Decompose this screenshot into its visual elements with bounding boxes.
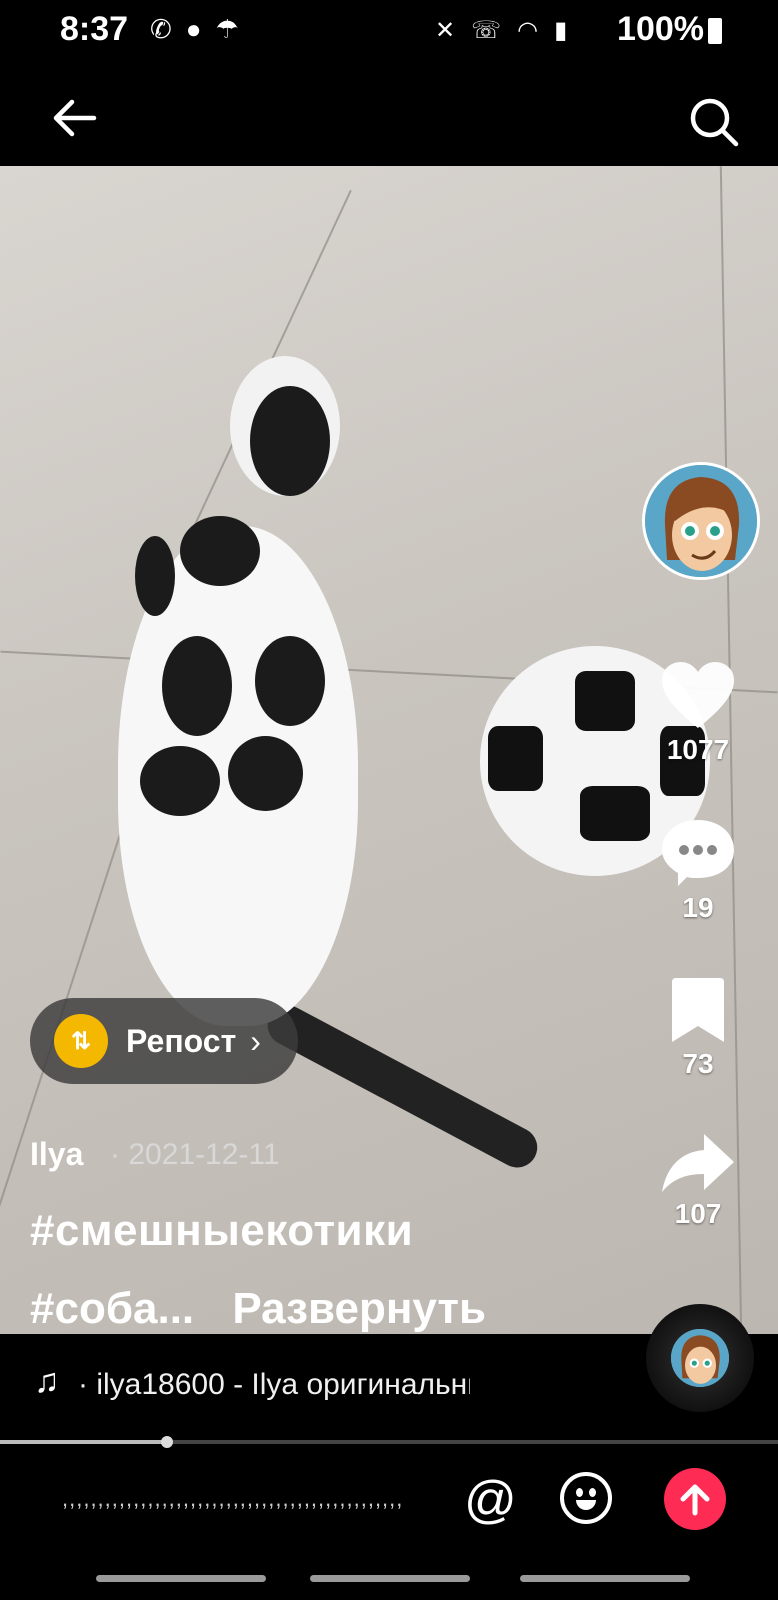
share-arrow-icon (662, 1134, 734, 1192)
expand-caption-button[interactable]: Развернуть (232, 1284, 486, 1333)
system-icons: ✕ ☏ ◠ ▮ (435, 16, 567, 45)
mention-at-icon[interactable]: @ (464, 1470, 517, 1530)
gesture-bar (0, 1575, 778, 1585)
emoji-icon[interactable] (560, 1472, 612, 1524)
comment-input[interactable]: ,,,,,,,,,,,,,,,,,,,,,,,,,,,,,,,,,,,,,,,,… (62, 1486, 432, 1512)
whatsapp-icon: ✆ (150, 14, 172, 44)
bookmark-icon (672, 978, 724, 1042)
comment-count: 19 (682, 892, 714, 923)
repost-icon: ⇅ (54, 1014, 108, 1068)
top-nav (0, 62, 778, 166)
progress-handle[interactable] (161, 1436, 174, 1448)
creator-avatar[interactable] (642, 462, 760, 580)
caption-line-2: #соба... Развернуть (30, 1284, 486, 1334)
comment-bubble-icon (662, 820, 734, 886)
wifi-icon: ◠ (517, 17, 539, 44)
ball-patch (580, 786, 650, 841)
back-arrow-icon[interactable] (50, 94, 98, 142)
gesture-hint (520, 1575, 690, 1582)
repost-label: Репост (126, 1022, 237, 1059)
mute-icon: ✕ (435, 17, 456, 44)
post-date: · 2021-12-11 (110, 1138, 280, 1171)
music-disc[interactable] (646, 1304, 754, 1412)
avatar-face-icon (645, 465, 757, 577)
music-disc-avatar (671, 1329, 729, 1387)
ball-patch (488, 726, 543, 791)
music-note-icon: ♫ (34, 1362, 60, 1400)
chevron-right-icon: › (250, 1022, 261, 1059)
cat-spot (255, 636, 325, 726)
progress-fill (0, 1440, 168, 1444)
ball-patch (575, 671, 635, 731)
arrow-up-icon (680, 1484, 710, 1516)
status-time: 8:37 (60, 10, 129, 48)
cat-spot (162, 636, 232, 736)
wifi-call-icon: ☏ (471, 17, 502, 44)
share-count: 107 (674, 1198, 722, 1229)
battery-percent: 100% (617, 10, 704, 48)
author-name[interactable]: Ilya (30, 1136, 83, 1173)
cat-spot (250, 386, 330, 496)
cat-spot (135, 536, 175, 616)
cat-tail (260, 998, 545, 1175)
signal-icon: ▮ (554, 17, 568, 44)
music-title[interactable]: · ilya18600 - Ilya оригинальный звук (78, 1368, 470, 1402)
message-icon: ● (185, 14, 202, 44)
comment-action[interactable]: 19 (650, 818, 746, 924)
gesture-hint (310, 1575, 470, 1582)
heart-icon (662, 662, 734, 728)
cat-spot (228, 736, 303, 811)
video-progress-bar[interactable] (0, 1436, 778, 1448)
gesture-hint (96, 1575, 266, 1582)
favorite-action[interactable]: 73 (650, 976, 746, 1080)
battery-icon (708, 18, 722, 44)
repost-button[interactable]: ⇅ Репост › (30, 998, 298, 1084)
search-icon[interactable] (688, 96, 740, 148)
caption-hashtag[interactable]: #соба... (30, 1284, 194, 1333)
caption-line-1[interactable]: #смешныекотики (30, 1206, 413, 1256)
umbrella-icon: ☂ (215, 14, 239, 44)
send-comment-button[interactable] (664, 1468, 726, 1530)
comment-bar: ,,,,,,,,,,,,,,,,,,,,,,,,,,,,,,,,,,,,,,,,… (0, 1448, 778, 1558)
status-bar: 8:37 ✆ ● ☂ ✕ ☏ ◠ ▮ 100% (0, 0, 778, 62)
like-action[interactable]: 1077 (650, 660, 746, 766)
like-count: 1077 (666, 734, 730, 765)
share-action[interactable]: 107 (650, 1132, 746, 1230)
cat-spot (140, 746, 220, 816)
notification-icons: ✆ ● ☂ (150, 14, 239, 45)
cat-spot (180, 516, 260, 586)
favorite-count: 73 (682, 1048, 714, 1079)
